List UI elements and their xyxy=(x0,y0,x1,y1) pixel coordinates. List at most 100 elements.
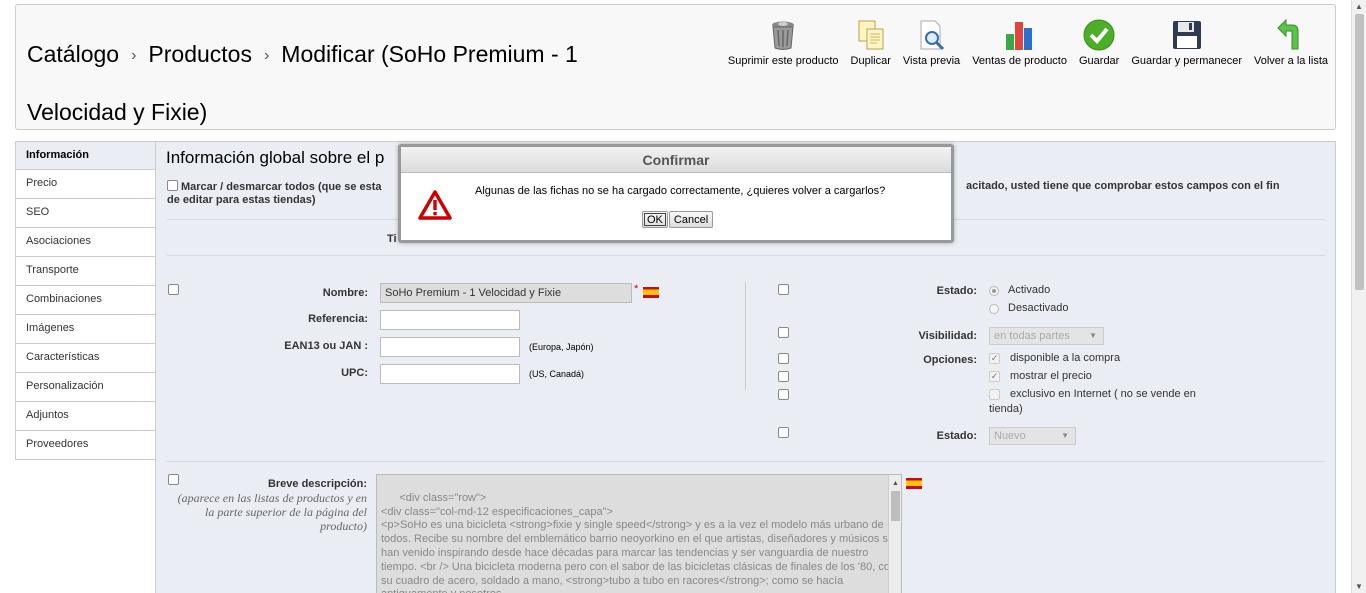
save-label: Guardar xyxy=(1078,55,1120,67)
status-disabled-radio[interactable] xyxy=(989,304,999,314)
back-arrow-icon xyxy=(1275,19,1307,51)
toggle-all-label: Marcar / desmarcar todos (que se esta xyxy=(181,181,382,193)
tab-attachments[interactable]: Adjuntos xyxy=(15,402,156,431)
name-input[interactable]: SoHo Premium - 1 Velocidad y Fixie xyxy=(380,283,632,303)
preview-label: Vista previa xyxy=(902,55,961,67)
tab-images[interactable]: Imágenes xyxy=(15,315,156,344)
save-and-stay-button[interactable]: Guardar y permanecer xyxy=(1130,19,1243,67)
status-disabled-label: Desactivado xyxy=(1008,302,1069,314)
product-sales-label: Ventas de producto xyxy=(972,55,1067,67)
short-description-content: <div class="row"> <div class="col-md-12 … xyxy=(381,491,896,593)
scroll-down-icon[interactable]: ▼ xyxy=(1355,582,1363,591)
delete-product-button[interactable]: Suprimir este producto xyxy=(727,19,840,67)
spain-flag-icon[interactable] xyxy=(906,478,922,489)
divider xyxy=(167,255,1325,256)
condition-multishop-checkbox[interactable] xyxy=(778,427,789,438)
textarea-scrollbar[interactable]: ▲ xyxy=(888,475,901,593)
warning-icon xyxy=(418,190,452,223)
confirm-dialog-message: Algunas de las fichas no se ha cargado c… xyxy=(475,185,886,197)
chevron-down-icon: ▼ xyxy=(1089,331,1097,340)
cancel-button[interactable]: Cancel xyxy=(668,211,714,228)
ean13-input[interactable] xyxy=(380,337,520,357)
toggle-all-checkbox[interactable] xyxy=(167,180,178,191)
spain-flag-icon[interactable] xyxy=(643,287,659,298)
options-multishop-checkbox[interactable] xyxy=(778,353,789,364)
status-enabled-label: Activado xyxy=(1008,284,1051,296)
back-to-list-label: Volver a la lista xyxy=(1254,55,1328,67)
tab-associations[interactable]: Asociaciones xyxy=(15,228,156,257)
page-header: Catálogo › Productos › Modificar (SoHo Premi… xyxy=(15,4,1336,130)
toggle-all-label-tail: acitado, usted tiene que comprobar estos… xyxy=(966,180,1280,192)
breadcrumb-separator: › xyxy=(131,47,137,64)
status-multishop-checkbox[interactable] xyxy=(778,284,789,295)
condition-select[interactable]: Nuevo ▼ xyxy=(989,427,1076,445)
divider xyxy=(167,461,1325,462)
page-scrollbar[interactable]: ▲ ▼ xyxy=(1351,0,1366,593)
available-for-order-label: disponible a la compra xyxy=(1010,352,1121,364)
breadcrumb: Catálogo › Productos › Modificar (SoHo Premi… xyxy=(27,27,657,139)
breadcrumb-separator: › xyxy=(263,47,270,64)
page-scroll-thumb[interactable] xyxy=(1355,14,1364,290)
show-price-checkbox[interactable]: ✓ xyxy=(989,371,1000,382)
status-label: Estado: xyxy=(936,285,977,297)
ok-button[interactable]: OK xyxy=(642,211,668,228)
show-price-label: mostrar el precio xyxy=(1010,370,1092,382)
tab-information[interactable]: Información xyxy=(15,141,156,170)
save-and-stay-label: Guardar y permanecer xyxy=(1131,55,1243,67)
visibility-select[interactable]: en todas partes ▼ xyxy=(989,327,1104,345)
textarea-scroll-thumb[interactable] xyxy=(891,491,900,521)
ean13-hint: (Europa, Japón) xyxy=(529,342,594,352)
available-for-order-checkbox[interactable]: ✓ xyxy=(989,353,1000,364)
short-description-label: Breve descripción: xyxy=(267,478,367,490)
options-multishop-checkbox-3[interactable] xyxy=(778,389,789,400)
ean13-label: EAN13 ou JAN : xyxy=(284,340,368,352)
tab-seo[interactable]: SEO xyxy=(15,199,156,228)
online-only-label-line2: tienda) xyxy=(989,403,1023,415)
options-multishop-checkbox-2[interactable] xyxy=(778,371,789,382)
visibility-multishop-checkbox[interactable] xyxy=(778,327,789,338)
confirm-dialog: Confirmar Algunas de las fichas no se ha… xyxy=(398,144,954,243)
tab-features[interactable]: Características xyxy=(15,344,156,373)
product-sales-button[interactable]: Ventas de producto xyxy=(971,19,1068,67)
reference-input[interactable] xyxy=(380,310,520,330)
reference-label: Referencia: xyxy=(308,313,368,325)
tab-shipping[interactable]: Transporte xyxy=(15,257,156,286)
online-only-checkbox[interactable] xyxy=(989,389,1000,400)
chevron-down-icon: ▼ xyxy=(1061,431,1069,440)
tab-suppliers[interactable]: Proveedores xyxy=(15,431,156,460)
page: Catálogo › Productos › Modificar (SoHo Premi… xyxy=(0,0,1366,593)
condition-label: Estado: xyxy=(936,430,977,442)
tab-combinations[interactable]: Combinaciones xyxy=(15,286,156,315)
toggle-all-label-line2: de editar para estas tiendas) xyxy=(167,194,316,206)
name-multishop-checkbox[interactable] xyxy=(168,284,179,295)
breadcrumb-products[interactable]: Productos xyxy=(148,41,252,67)
short-description-textarea[interactable]: <div class="row"> <div class="col-md-12 … xyxy=(376,474,902,593)
delete-product-label: Suprimir este producto xyxy=(727,55,839,67)
preview-button[interactable]: Vista previa xyxy=(902,19,961,67)
magnifier-icon xyxy=(916,19,948,51)
product-tabs: Información Precio SEO Asociaciones Tran… xyxy=(15,141,156,460)
short-description-label-block: Breve descripción: (aparece en las lista… xyxy=(167,476,367,533)
condition-select-value: Nuevo xyxy=(994,430,1026,442)
online-only-label: exclusivo en Internet ( no se vende en xyxy=(1010,388,1196,400)
bar-chart-icon xyxy=(1004,19,1036,51)
status-enabled-radio[interactable] xyxy=(989,286,999,296)
back-to-list-button[interactable]: Volver a la lista xyxy=(1253,19,1329,67)
duplicate-label: Duplicar xyxy=(850,55,891,67)
panel-title: Información global sobre el p xyxy=(166,148,385,167)
upc-input[interactable] xyxy=(380,364,520,384)
breadcrumb-catalog[interactable]: Catálogo xyxy=(27,41,119,67)
save-button[interactable]: Guardar xyxy=(1078,19,1120,67)
visibility-label: Visibilidad: xyxy=(918,330,977,342)
scroll-up-icon[interactable]: ▲ xyxy=(892,477,899,491)
column-divider xyxy=(745,282,746,390)
required-asterisk: * xyxy=(634,283,639,295)
confirm-dialog-title: Confirmar xyxy=(401,147,951,173)
duplicate-button[interactable]: Duplicar xyxy=(850,19,892,67)
confirm-dialog-buttons: OK Cancel xyxy=(642,211,714,228)
visibility-select-value: en todas partes xyxy=(994,330,1070,342)
tab-customization[interactable]: Personalización xyxy=(15,373,156,402)
scroll-up-icon[interactable]: ▲ xyxy=(1355,2,1363,11)
tab-price[interactable]: Precio xyxy=(15,170,156,199)
upc-hint: (US, Canadá) xyxy=(529,369,585,379)
